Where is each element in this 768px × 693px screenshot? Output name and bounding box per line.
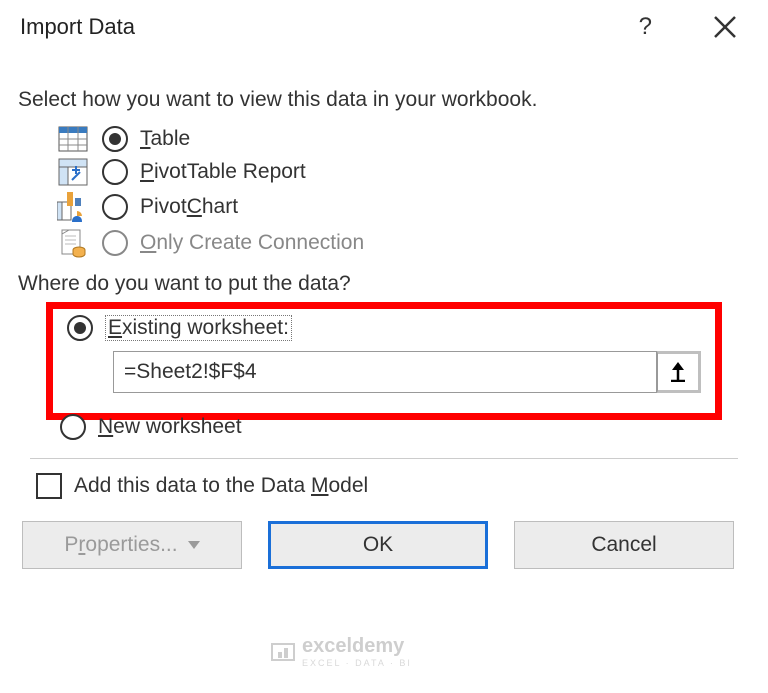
import-data-dialog: Import Data ? Select how you want to vie… bbox=[0, 0, 768, 587]
properties-button-label: Properties... bbox=[64, 533, 177, 557]
watermark-brand: exceldemy bbox=[302, 635, 404, 657]
radio-pivotchart[interactable] bbox=[102, 194, 128, 220]
pivottable-icon bbox=[56, 158, 90, 186]
watermark: exceldemy EXCEL · DATA · BI bbox=[270, 635, 412, 668]
dialog-title: Import Data bbox=[20, 14, 639, 40]
option-pivotchart-label: PivotChart bbox=[140, 195, 238, 219]
option-pivottable[interactable]: PivotTable Report bbox=[18, 158, 750, 186]
new-worksheet-row[interactable]: New worksheet bbox=[18, 414, 750, 440]
properties-button: Properties... bbox=[22, 521, 242, 569]
radio-existing-worksheet[interactable] bbox=[67, 315, 93, 341]
option-connection-label: Only Create Connection bbox=[140, 231, 364, 255]
close-button[interactable] bbox=[702, 10, 748, 44]
range-picker-icon bbox=[669, 362, 687, 382]
pivotchart-icon bbox=[56, 192, 90, 222]
option-pivottable-label: PivotTable Report bbox=[140, 160, 306, 184]
help-button[interactable]: ? bbox=[639, 13, 652, 41]
location-prompt: Where do you want to put the data? bbox=[18, 272, 750, 296]
watermark-sub: EXCEL · DATA · BI bbox=[302, 658, 412, 668]
ok-button[interactable]: OK bbox=[268, 521, 488, 569]
existing-worksheet-label: Existing worksheet: bbox=[105, 315, 292, 341]
radio-new-worksheet[interactable] bbox=[60, 414, 86, 440]
existing-worksheet-row[interactable]: Existing worksheet: bbox=[67, 315, 701, 341]
option-table-label: Table bbox=[140, 127, 190, 151]
data-model-label: Add this data to the Data Model bbox=[74, 474, 368, 498]
view-prompt: Select how you want to view this data in… bbox=[18, 88, 750, 112]
reference-row bbox=[113, 351, 701, 393]
close-icon bbox=[712, 14, 738, 40]
radio-pivottable[interactable] bbox=[102, 159, 128, 185]
option-pivotchart[interactable]: PivotChart bbox=[18, 192, 750, 222]
option-connection[interactable]: Only Create Connection bbox=[18, 228, 750, 258]
reference-input[interactable] bbox=[113, 351, 657, 393]
dialog-body: Select how you want to view this data in… bbox=[0, 88, 768, 499]
existing-worksheet-group: Existing worksheet: bbox=[46, 302, 722, 420]
table-icon bbox=[56, 126, 90, 152]
radio-connection[interactable] bbox=[102, 230, 128, 256]
checkbox-data-model[interactable] bbox=[36, 473, 62, 499]
data-model-row[interactable]: Add this data to the Data Model bbox=[18, 473, 750, 499]
radio-table[interactable] bbox=[102, 126, 128, 152]
titlebar: Import Data ? bbox=[0, 0, 768, 52]
cancel-button-label: Cancel bbox=[591, 533, 656, 557]
option-table[interactable]: Table bbox=[18, 126, 750, 152]
watermark-icon bbox=[270, 640, 296, 664]
cancel-button[interactable]: Cancel bbox=[514, 521, 734, 569]
range-picker-button[interactable] bbox=[657, 351, 701, 393]
new-worksheet-label: New worksheet bbox=[98, 415, 242, 439]
separator bbox=[30, 458, 738, 459]
dropdown-caret-icon bbox=[188, 541, 200, 549]
connection-icon bbox=[56, 228, 90, 258]
button-bar: Properties... OK Cancel bbox=[0, 521, 768, 587]
ok-button-label: OK bbox=[363, 533, 393, 557]
